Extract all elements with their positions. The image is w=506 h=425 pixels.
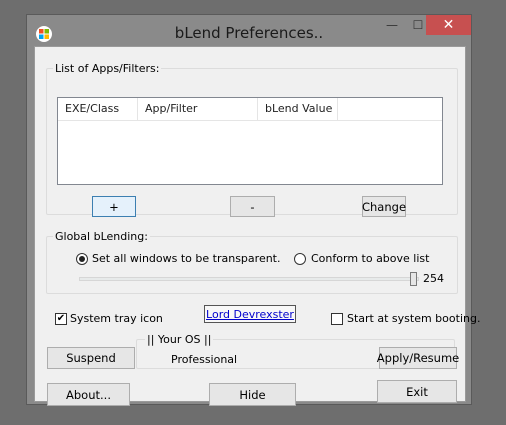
hide-button[interactable]: Hide — [209, 383, 296, 406]
title-bar[interactable]: bLend Preferences.. — ☐ ✕ — [27, 15, 471, 47]
global-blending-label: Global bLending: — [53, 230, 150, 243]
slider-thumb[interactable] — [409, 272, 417, 286]
column-blend-value[interactable]: bLend Value — [258, 98, 338, 120]
author-link[interactable]: Lord Devrexster — [204, 305, 296, 323]
radio-all-windows[interactable] — [76, 253, 88, 265]
suspend-button[interactable]: Suspend — [47, 347, 135, 369]
client-area: List of Apps/Filters: EXE/Class App/Filt… — [34, 46, 480, 406]
column-app-filter[interactable]: App/Filter — [138, 98, 258, 120]
global-blending-group: Global bLending: — [46, 230, 458, 294]
radio-all-windows-label: Set all windows to be transparent. — [92, 252, 281, 265]
change-button[interactable]: Change — [362, 196, 406, 217]
os-value: Professional — [171, 353, 238, 366]
transparency-slider[interactable] — [79, 272, 419, 286]
column-exe-class[interactable]: EXE/Class — [58, 98, 138, 120]
slider-value: 254 — [423, 272, 444, 285]
radio-conform-list-label: Conform to above list — [311, 252, 430, 265]
radio-conform-list[interactable] — [294, 253, 306, 265]
startup-checkbox[interactable] — [331, 313, 343, 325]
tray-icon-checkbox[interactable]: ✔ — [55, 313, 67, 325]
preferences-window: bLend Preferences.. — ☐ ✕ List of Apps/F… — [26, 14, 480, 406]
exit-button[interactable]: Exit — [377, 380, 457, 403]
remove-button[interactable]: - — [230, 196, 275, 217]
tray-icon-label: System tray icon — [70, 312, 163, 325]
os-group-label: || Your OS || — [145, 333, 214, 346]
apply-resume-button[interactable]: Apply/Resume — [377, 347, 459, 369]
startup-label: Start at system booting. — [347, 312, 481, 325]
minimize-button[interactable]: — — [379, 15, 405, 35]
apps-list-header: EXE/Class App/Filter bLend Value — [58, 98, 442, 121]
close-button[interactable]: ✕ — [426, 15, 471, 35]
apps-list[interactable]: EXE/Class App/Filter bLend Value — [57, 97, 443, 185]
add-button[interactable]: + — [92, 196, 136, 217]
about-button[interactable]: About... — [47, 383, 130, 406]
apps-filters-label: List of Apps/Filters: — [53, 62, 162, 75]
